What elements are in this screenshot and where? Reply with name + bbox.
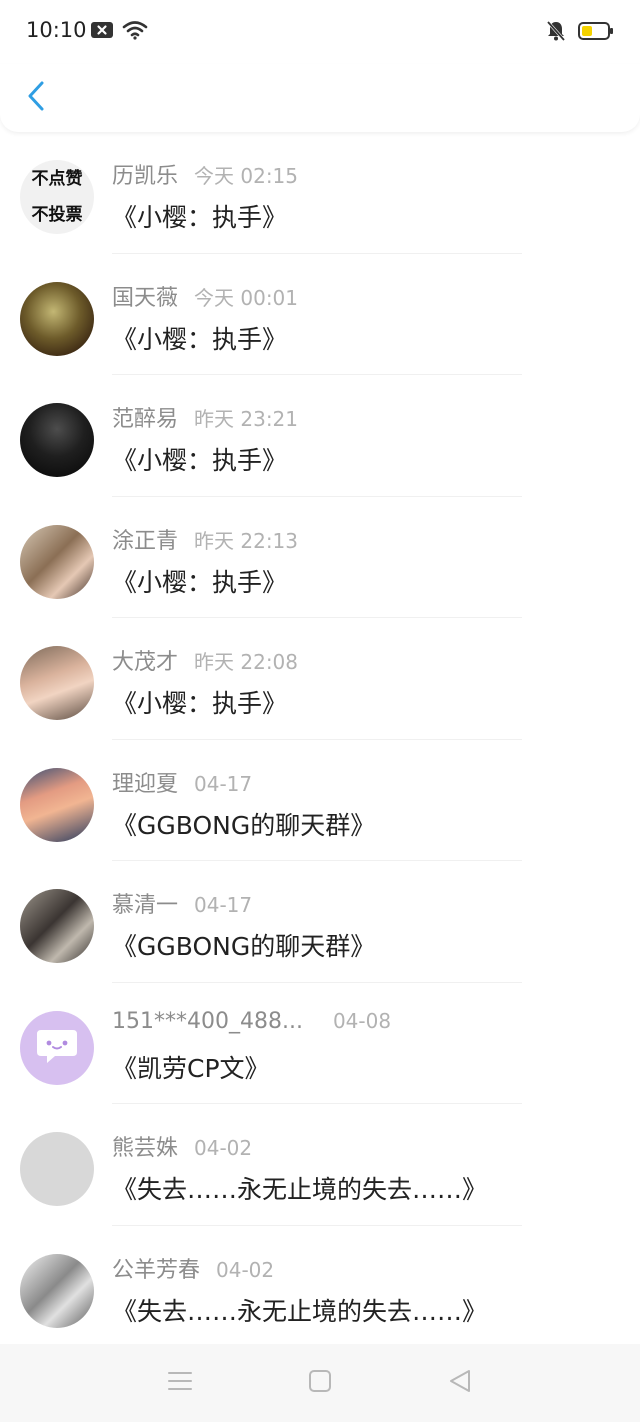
user-name[interactable]: 理迎夏 [112,766,178,798]
user-name[interactable]: 涂正青 [112,523,178,555]
list-item[interactable]: 151***400_488... 04-08 《凯劳CP文》 [0,983,640,1104]
menu-button[interactable] [150,1353,210,1413]
name-row: 熊芸姝 04-02 [112,1130,253,1162]
message-time: 04-08 [332,1008,392,1033]
list-item[interactable]: 公羊芳春 04-02 《失去……永无止境的失去……》 [0,1226,640,1348]
name-row: 151***400_488... 04-08 [112,1009,391,1039]
name-row: 大茂才 昨天 22:08 [112,644,299,676]
list-item[interactable]: 涂正青 昨天 22:13 《小樱：执手》 [0,497,640,618]
user-name[interactable]: 熊芸姝 [112,1130,178,1162]
name-row: 涂正青 昨天 22:13 [112,523,299,555]
message-time: 04-17 [194,771,253,796]
user-name[interactable]: 范醉易 [112,401,178,433]
status-bar: 10:10 [0,0,640,64]
avatar-text-line: 不投票 [31,205,83,225]
message-text[interactable]: 《小樱：执手》 [112,441,287,477]
user-name[interactable]: 大茂才 [112,644,178,676]
user-name[interactable]: 国天薇 [112,280,178,312]
bell-off-icon [546,20,566,46]
message-text[interactable]: 《小樱：执手》 [112,684,287,720]
list-item[interactable]: 大茂才 昨天 22:08 《小樱：执手》 [0,618,640,740]
message-time: 04-02 [216,1257,275,1282]
status-icons-left [90,20,148,44]
list-item[interactable]: 慕清一 04-17 《GGBONG的聊天群》 [0,861,640,983]
avatar[interactable] [20,1253,94,1328]
list-item[interactable]: 不点赞 不投票 历凯乐 今天 02:15 《小樱：执手》 [0,132,640,254]
user-name[interactable]: 慕清一 [112,887,178,919]
message-text[interactable]: 《凯劳CP文》 [112,1049,270,1085]
message-time: 今天 00:01 [194,285,299,310]
avatar[interactable] [20,767,94,842]
message-time: 04-02 [194,1136,253,1160]
chevron-left-icon [26,80,46,116]
list-item[interactable]: 国天薇 今天 00:01 《小樱：执手》 [0,254,640,375]
back-nav-button[interactable] [430,1353,490,1413]
message-text[interactable]: 《小樱：执手》 [112,563,287,599]
system-nav-bar [0,1344,640,1422]
avatar[interactable]: 不点赞 不投票 [20,160,94,234]
avatar[interactable] [20,524,94,599]
message-list: 不点赞 不投票 历凯乐 今天 02:15 《小樱：执手》 国天薇 今天 00:0… [0,132,640,1347]
battery-icon [578,21,614,45]
avatar[interactable] [20,403,94,477]
header [0,64,640,132]
message-text[interactable]: 《GGBONG的聊天群》 [112,927,375,963]
message-text[interactable]: 《失去……永无止境的失去……》 [112,1292,487,1328]
name-row: 理迎夏 04-17 [112,766,253,798]
home-square-icon [308,1369,332,1397]
status-icons-right [546,20,614,46]
menu-icon [167,1370,193,1396]
notification-x-icon [90,20,114,44]
user-name[interactable]: 历凯乐 [112,158,178,190]
avatar[interactable] [20,281,94,356]
message-time: 昨天 22:08 [194,650,299,674]
message-time: 04-17 [194,893,253,917]
back-triangle-icon [447,1368,473,1398]
home-button[interactable] [290,1353,350,1413]
back-button[interactable] [16,76,56,120]
message-text[interactable]: 《GGBONG的聊天群》 [112,806,375,842]
name-row: 范醉易 昨天 23:21 [112,401,299,433]
avatar[interactable] [20,1010,94,1085]
avatar[interactable] [20,1132,94,1206]
avatar[interactable] [20,646,94,720]
name-row: 慕清一 04-17 [112,887,253,919]
user-name[interactable]: 公羊芳春 [112,1252,200,1284]
message-text[interactable]: 《小樱：执手》 [112,320,287,356]
list-item[interactable]: 理迎夏 04-17 《GGBONG的聊天群》 [0,740,640,861]
avatar-text-line: 不点赞 [31,169,83,189]
user-name[interactable]: 151***400_488... [112,1009,303,1034]
list-item[interactable]: 熊芸姝 04-02 《失去……永无止境的失去……》 [0,1104,640,1226]
name-row: 国天薇 今天 00:01 [112,280,299,312]
message-text[interactable]: 《失去……永无止境的失去……》 [112,1170,487,1206]
status-time: 10:10 [26,18,87,42]
message-time: 今天 02:15 [194,164,299,188]
list-item[interactable]: 范醉易 昨天 23:21 《小樱：执手》 [0,375,640,497]
message-time: 昨天 23:21 [194,407,299,431]
chat-bubble-icon [33,1026,81,1070]
wifi-icon [122,20,148,44]
message-text[interactable]: 《小樱：执手》 [112,198,287,234]
message-time: 昨天 22:13 [194,528,299,553]
name-row: 历凯乐 今天 02:15 [112,158,299,190]
avatar[interactable] [20,889,94,963]
name-row: 公羊芳春 04-02 [112,1252,275,1284]
